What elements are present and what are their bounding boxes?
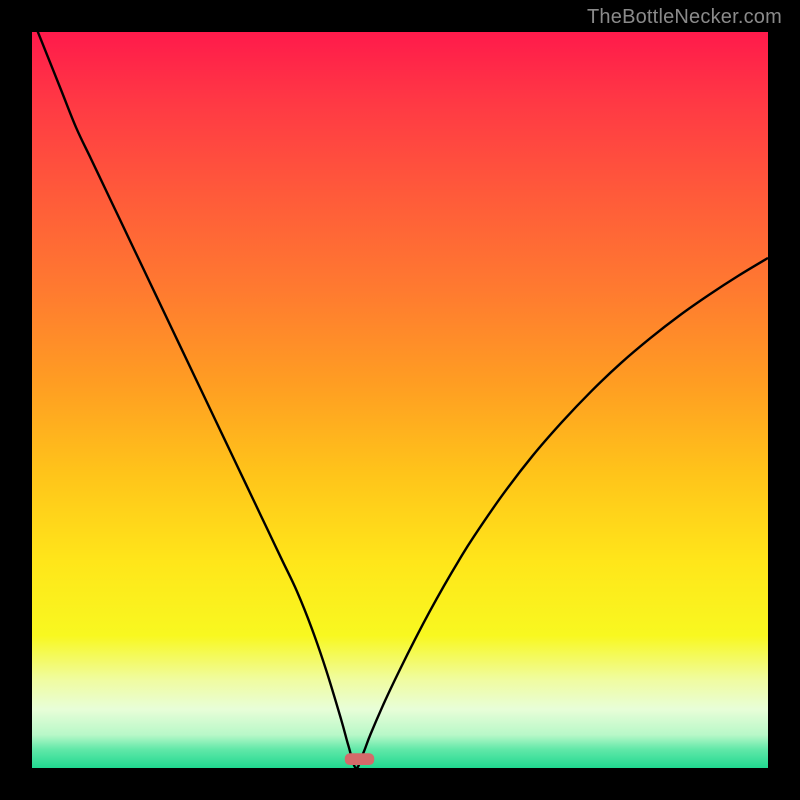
watermark-text: TheBottleNecker.com — [587, 6, 782, 29]
gradient-background — [32, 32, 768, 768]
chart-frame: TheBottleNecker.com — [0, 0, 800, 800]
plot-area — [32, 32, 768, 768]
sweet-spot-marker — [345, 753, 374, 765]
bottleneck-curve-chart — [32, 32, 768, 768]
